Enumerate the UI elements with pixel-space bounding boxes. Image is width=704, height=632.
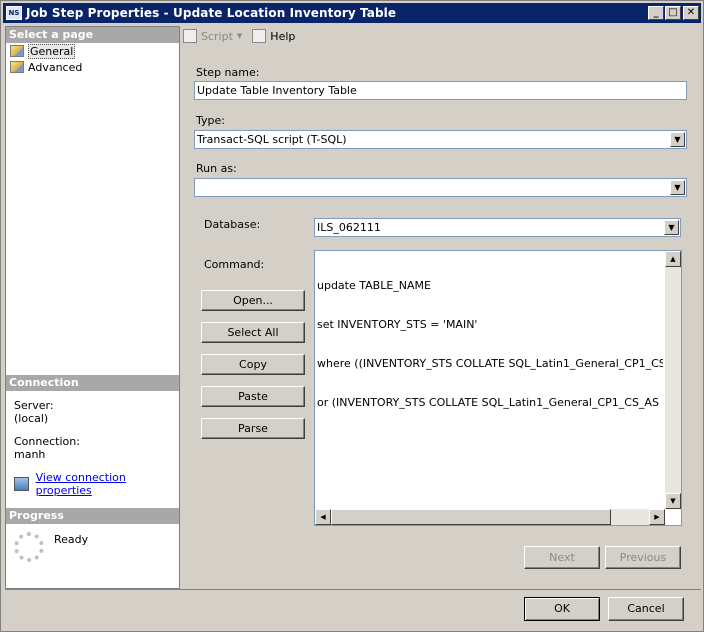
command-line: update TABLE_NAME — [317, 279, 431, 292]
chevron-down-icon[interactable]: ▼ — [670, 132, 685, 147]
close-button[interactable]: ✕ — [683, 6, 699, 20]
horizontal-scrollbar[interactable]: ◀ ▶ — [315, 509, 665, 525]
chevron-down-icon[interactable]: ▼ — [664, 220, 679, 235]
progress-spinner-icon — [14, 532, 44, 562]
select-all-button[interactable]: Select All — [201, 322, 305, 343]
database-select[interactable]: ILS_062111 ▼ — [314, 218, 681, 237]
scroll-left-icon[interactable]: ◀ — [315, 509, 331, 525]
vertical-scrollbar[interactable]: ▲ ▼ — [665, 251, 681, 509]
bottom-separator — [5, 589, 701, 590]
server-value: (local) — [14, 412, 49, 425]
script-label: Script — [201, 29, 233, 43]
window-title: Job Step Properties - Update Location In… — [26, 6, 397, 20]
job-step-properties-window: NS Job Step Properties - Update Location… — [0, 0, 704, 632]
type-select[interactable]: Transact-SQL script (T-SQL) ▼ — [194, 130, 687, 149]
command-line: or (INVENTORY_STS COLLATE SQL_Latin1_Gen… — [317, 396, 663, 409]
help-label: Help — [270, 29, 296, 43]
copy-button[interactable]: Copy — [201, 354, 305, 375]
step-name-input[interactable]: Update Table Inventory Table — [194, 81, 687, 100]
page-item-label: General — [28, 43, 76, 59]
scroll-right-icon[interactable]: ▶ — [649, 509, 665, 525]
connection-value: manh — [14, 448, 46, 461]
minimize-button[interactable]: _ — [648, 6, 664, 20]
connection-section: Connection Server: (local) Connection: m… — [6, 375, 179, 505]
script-button[interactable]: Script ▼ — [183, 29, 242, 43]
server-label: Server: — [14, 399, 54, 412]
run-as-select[interactable]: ▼ — [194, 178, 687, 197]
previous-button[interactable]: Previous — [605, 546, 681, 569]
left-pane: Select a page General Advanced Connectio… — [5, 26, 180, 589]
command-line: set INVENTORY_STS = 'MAIN' — [317, 318, 478, 331]
type-value: Transact-SQL script (T-SQL) — [197, 133, 347, 146]
run-as-label: Run as: — [196, 162, 237, 175]
progress-header: Progress — [6, 508, 179, 524]
connection-label: Connection: — [14, 435, 80, 448]
command-label: Command: — [204, 258, 265, 271]
help-icon — [252, 29, 267, 43]
maximize-button[interactable]: □ — [665, 6, 681, 20]
scroll-down-icon[interactable]: ▼ — [665, 493, 681, 509]
database-label: Database: — [204, 218, 261, 231]
type-label: Type: — [196, 114, 225, 127]
script-icon — [183, 29, 197, 43]
ok-button[interactable]: OK — [524, 597, 600, 621]
chevron-down-icon[interactable]: ▼ — [670, 180, 685, 195]
open-button[interactable]: Open... — [201, 290, 305, 311]
progress-section: Progress Ready — [6, 508, 179, 562]
scroll-up-icon[interactable]: ▲ — [665, 251, 681, 267]
command-textarea[interactable]: update TABLE_NAME set INVENTORY_STS = 'M… — [314, 250, 682, 526]
parse-button[interactable]: Parse — [201, 418, 305, 439]
view-connection-properties-link[interactable]: View connection properties — [36, 471, 171, 497]
page-icon — [10, 61, 24, 73]
select-page-header: Select a page — [6, 27, 179, 43]
toolbar: Script ▼ Help — [181, 26, 701, 46]
scroll-thumb[interactable] — [331, 509, 611, 525]
progress-status: Ready — [54, 533, 89, 546]
command-line: where ((INVENTORY_STS COLLATE SQL_Latin1… — [317, 357, 663, 370]
chevron-down-icon: ▼ — [236, 32, 243, 40]
page-item-label: Advanced — [28, 60, 83, 74]
step-name-label: Step name: — [196, 66, 260, 79]
connection-header: Connection — [6, 375, 179, 391]
page-icon — [10, 45, 24, 57]
title-bar[interactable]: NS Job Step Properties - Update Location… — [3, 3, 701, 23]
database-value: ILS_062111 — [317, 221, 381, 234]
next-button[interactable]: Next — [524, 546, 600, 569]
command-text: update TABLE_NAME set INVENTORY_STS = 'M… — [317, 253, 663, 435]
help-button[interactable]: Help — [252, 29, 295, 43]
page-item-general[interactable]: General — [6, 43, 179, 59]
app-icon: NS — [6, 6, 22, 20]
paste-button[interactable]: Paste — [201, 386, 305, 407]
cancel-button[interactable]: Cancel — [608, 597, 684, 621]
right-pane: Script ▼ Help Step name: Update Table In… — [181, 26, 701, 589]
page-item-advanced[interactable]: Advanced — [6, 59, 179, 75]
connection-properties-icon — [14, 477, 29, 491]
